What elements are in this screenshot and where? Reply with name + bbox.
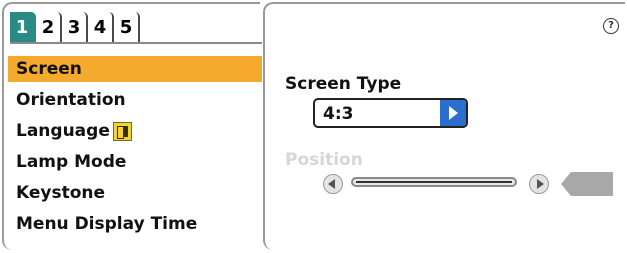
position-decrease-button[interactable] <box>323 174 343 194</box>
menu-item-screen[interactable]: Screen <box>8 56 262 82</box>
screen-type-select[interactable]: 4:3 <box>313 98 468 128</box>
tab-5[interactable]: 5 <box>114 12 140 42</box>
arrow-right-icon[interactable] <box>440 100 466 126</box>
menu-item-label: Lamp Mode <box>16 152 127 172</box>
page-tabs: 1 2 3 4 5 <box>10 12 140 42</box>
projector-menu: 1 2 3 4 5 Screen Orientation Language La… <box>0 0 627 253</box>
menu-item-orientation[interactable]: Orientation <box>8 87 262 113</box>
menu-item-label: Menu Display Time <box>16 214 198 234</box>
position-label: Position <box>285 150 363 170</box>
settings-panel: ? Screen Type 4:3 Position <box>263 2 625 250</box>
menu-item-label: Keystone <box>16 183 106 203</box>
menu-item-label: Orientation <box>16 90 126 110</box>
menu-item-label: Screen <box>16 59 82 79</box>
question-icon[interactable]: ? <box>603 18 619 34</box>
menu-item-keystone[interactable]: Keystone <box>8 180 262 206</box>
position-slider[interactable] <box>351 177 517 187</box>
position-increase-button[interactable] <box>529 174 549 194</box>
tab-2[interactable]: 2 <box>36 12 62 42</box>
menu-item-lamp-mode[interactable]: Lamp Mode <box>8 149 262 175</box>
menu-list: Screen Orientation Language Lamp Mode Ke… <box>8 56 262 242</box>
tab-1[interactable]: 1 <box>10 12 36 42</box>
tab-divider <box>10 42 262 44</box>
position-value-box <box>561 172 613 196</box>
language-icon <box>112 121 132 141</box>
menu-item-menu-display-time[interactable]: Menu Display Time <box>8 211 262 237</box>
tab-4[interactable]: 4 <box>88 12 114 42</box>
menu-item-language[interactable]: Language <box>8 118 262 144</box>
tab-3[interactable]: 3 <box>62 12 88 42</box>
menu-item-label: Language <box>16 121 110 141</box>
screen-type-value: 4:3 <box>323 104 354 124</box>
left-menu-panel: 1 2 3 4 5 Screen Orientation Language La… <box>2 2 262 250</box>
screen-type-label: Screen Type <box>285 74 402 94</box>
